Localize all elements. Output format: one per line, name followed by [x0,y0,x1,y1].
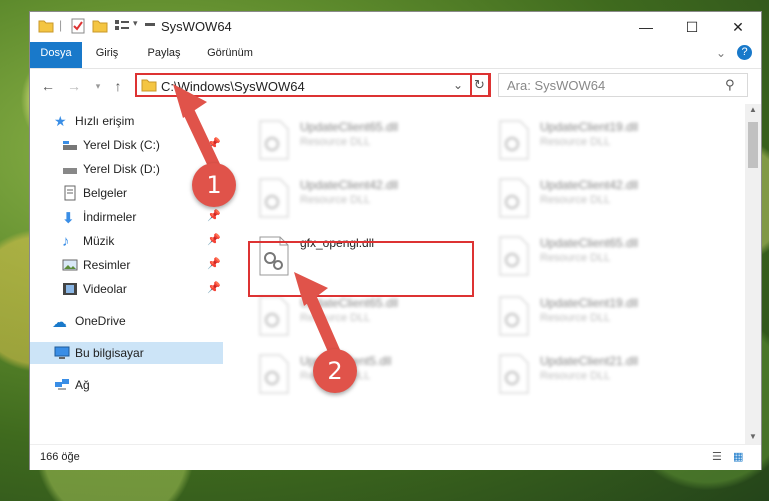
pin-icon[interactable]: 📌 [207,209,221,222]
ribbon-tabs: Dosya Giriş Paylaş Görünüm ⌄ ? [30,42,761,94]
dll-file-icon [499,296,529,336]
large-icons-view-icon[interactable]: ▦ [733,450,743,463]
title-bar: | ▾ ▬ SysWOW64 — ☐ ✕ [30,12,761,40]
dll-file-icon [259,178,289,218]
file-item[interactable]: UpdateClient19.dll Resource DLL [490,114,710,166]
documents-icon [64,185,76,201]
back-arrow-icon[interactable]: ← [40,78,56,94]
help-icon[interactable]: ? [737,45,752,60]
maximize-button[interactable]: ☐ [669,16,715,38]
tab-home[interactable]: Giriş [82,42,132,65]
window-title: SysWOW64 [161,19,232,34]
title-separator: | [59,18,63,32]
folder-icon [141,79,157,92]
close-button[interactable]: ✕ [715,16,761,38]
file-item[interactable]: UpdateClient42.dll Resource DLL [250,172,470,224]
chevron-down-icon[interactable]: ▾ [133,18,138,34]
properties-icon[interactable] [70,18,86,34]
minimize-button[interactable]: — [623,16,669,38]
sidebar-item-onedrive[interactable]: ☁ OneDrive [30,310,225,332]
search-box[interactable]: Ara: SysWOW64 ⚲ [498,73,748,97]
pictures-icon [62,259,78,271]
tab-view[interactable]: Görünüm [196,42,264,65]
file-item[interactable]: UpdateClient19.dll Resource DLL [490,290,710,342]
forward-arrow-icon[interactable]: → [66,78,82,94]
search-icon: ⚲ [725,77,735,92]
up-arrow-icon[interactable]: ↑ [110,78,126,94]
folder-icon [38,20,54,33]
dll-file-icon [499,178,529,218]
new-folder-icon[interactable] [92,18,108,34]
scrollbar-thumb[interactable] [748,122,758,168]
details-view-icon[interactable]: ☰ [712,450,722,463]
drive-icon [63,141,77,150]
refresh-button[interactable]: ↻ [470,73,490,97]
file-item[interactable]: UpdateClient65.dll Resource DLL [490,230,710,282]
step-badge-2: 2 [313,349,357,393]
star-icon: ★ [54,113,67,129]
cloud-icon: ☁ [52,314,67,331]
file-item[interactable]: UpdateClient21.dll Resource DLL [490,348,710,400]
music-icon: ♪ [62,233,70,250]
sidebar-item-pictures[interactable]: Resimler 📌 [30,254,225,276]
file-item[interactable]: UpdateClient65.dll Resource DLL [250,114,470,166]
sidebar-item-network[interactable]: Ağ [30,374,225,396]
address-dropdown-icon[interactable]: ⌄ [453,78,463,92]
scroll-down-icon[interactable]: ▼ [749,432,757,441]
ribbon-expand-icon[interactable]: ⌄ [716,46,726,60]
drive-icon [63,168,77,174]
sidebar-item-downloads[interactable]: ⬇ İndirmeler 📌 [30,206,225,228]
sidebar-item-music[interactable]: ♪ Müzik 📌 [30,230,225,252]
download-icon: ⬇ [62,210,75,227]
explorer-window: | ▾ ▬ SysWOW64 — ☐ ✕ Dosya Giriş Paylaş … [29,11,762,470]
video-icon [63,283,77,295]
dll-file-icon [259,120,289,160]
recent-locations-icon[interactable]: ▾ [90,78,106,94]
navigation-bar: ← → ▾ ↑ C:\Windows\SysWOW64 ⌄ ↻ Ara: Sys… [30,68,761,103]
network-icon [55,379,69,390]
item-count: 166 öğe [40,451,80,463]
status-bar: 166 öğe ☰ ▦ [30,444,761,470]
pin-icon[interactable]: 📌 [207,257,221,270]
sidebar-item-this-pc[interactable]: Bu bilgisayar [30,342,223,364]
vertical-scrollbar[interactable]: ▲ ▼ [745,104,761,444]
dll-file-icon [499,354,529,394]
dll-file-icon [499,120,529,160]
dll-file-icon [499,236,529,276]
sidebar-item-videos[interactable]: Videolar 📌 [30,278,225,300]
step-badge-1: 1 [192,163,236,207]
search-placeholder: Ara: SysWOW64 [507,78,606,93]
scroll-up-icon[interactable]: ▲ [749,105,757,114]
dll-file-icon [259,354,289,394]
dll-file-icon [259,296,289,336]
refresh-icon: ↻ [474,77,485,92]
pin-icon[interactable]: 📌 [207,281,221,294]
customize-toolbar-icon[interactable]: ▬ [145,18,155,34]
computer-icon [54,346,70,359]
pin-icon[interactable]: 📌 [207,233,221,246]
file-item[interactable]: UpdateClient42.dll Resource DLL [490,172,710,224]
tab-share[interactable]: Paylaş [134,42,194,65]
view-options-icon[interactable] [114,18,130,34]
